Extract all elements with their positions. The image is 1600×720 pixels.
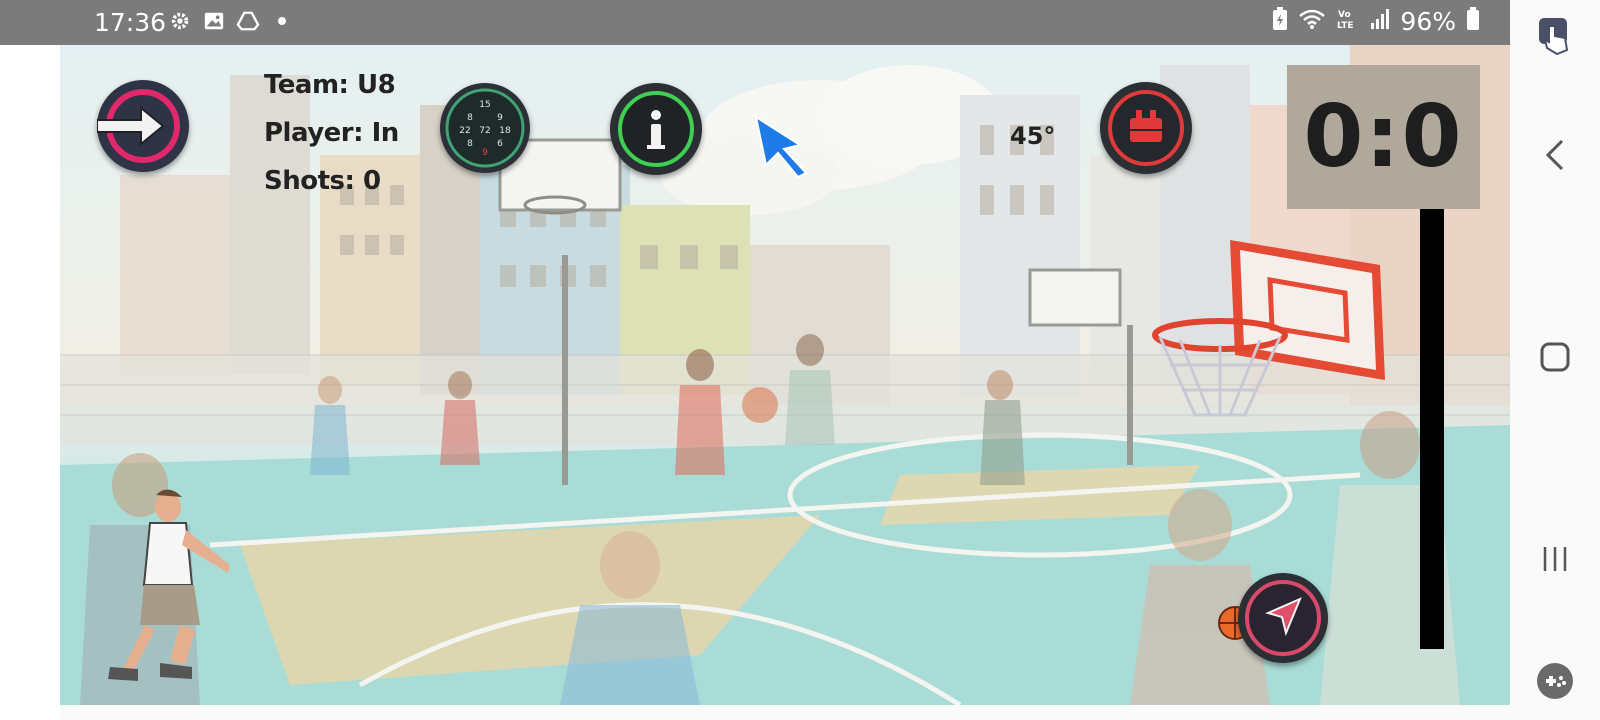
- signal-icon: [1370, 8, 1390, 35]
- status-time: 17:36: [94, 8, 167, 37]
- angle-readout: 45°: [1010, 122, 1056, 150]
- bottom-strip: [60, 705, 1510, 720]
- pause-button[interactable]: [1100, 82, 1192, 174]
- image-icon: [202, 9, 226, 33]
- navigation-bar: [1510, 0, 1600, 720]
- svg-text:72: 72: [479, 126, 490, 136]
- exit-button[interactable]: [97, 80, 189, 172]
- game-tools-button[interactable]: [1532, 658, 1578, 704]
- touch-protection-button[interactable]: [1532, 13, 1578, 59]
- info-button[interactable]: [610, 83, 702, 175]
- score-value: 0:0: [1303, 87, 1464, 187]
- aim-button[interactable]: [1238, 573, 1328, 663]
- power-bar: [1420, 209, 1444, 649]
- pause-icon: [1108, 90, 1184, 166]
- svg-text:15: 15: [479, 100, 490, 110]
- svg-text:22: 22: [459, 126, 470, 136]
- exit-arrow-icon: [97, 89, 180, 163]
- target-grid-icon: 15 8 9 22 72 18 8 9 6: [445, 88, 525, 168]
- volte-icon: Vo LTE: [1336, 7, 1360, 36]
- svg-text:Vo: Vo: [1338, 10, 1351, 20]
- team-label: Team: U8: [264, 70, 396, 100]
- target-grid-button[interactable]: 15 8 9 22 72 18 8 9 6: [440, 83, 530, 173]
- aim-arrow-icon: [1245, 580, 1321, 656]
- status-right: Vo LTE 96%: [1272, 7, 1480, 36]
- drive-icon: [236, 9, 260, 33]
- back-button[interactable]: [1532, 132, 1578, 178]
- wifi-icon: [1298, 8, 1326, 35]
- cursor-icon: [754, 115, 808, 179]
- scoreboard: 0:0: [1287, 65, 1480, 209]
- svg-text:8: 8: [467, 139, 473, 149]
- game-canvas[interactable]: Team: U8 Player: In Shots: 0 15 8 9 22 7…: [60, 45, 1510, 705]
- battery-icon: [1466, 7, 1480, 36]
- recents-button[interactable]: [1532, 536, 1578, 582]
- svg-text:6: 6: [497, 139, 503, 149]
- gamepad-icon: [1537, 663, 1573, 699]
- player-label: Player: In: [264, 118, 399, 148]
- gear-icon: [168, 9, 192, 33]
- hand-touch-icon: [1539, 18, 1569, 56]
- svg-text:LTE: LTE: [1337, 21, 1354, 31]
- svg-text:18: 18: [499, 126, 511, 136]
- home-square-icon: [1540, 342, 1570, 372]
- home-button[interactable]: [1532, 334, 1578, 380]
- info-icon: [618, 91, 694, 167]
- battery-saver-icon: [1272, 7, 1288, 36]
- chevron-left-icon: [1545, 139, 1564, 171]
- dot-icon: [270, 9, 294, 33]
- recents-icon: [1543, 547, 1567, 571]
- status-bar: 17:36 Vo LTE 96%: [0, 0, 1510, 45]
- status-left-icons: [168, 9, 294, 33]
- battery-level: 96%: [1400, 7, 1456, 36]
- shots-label: Shots: 0: [264, 166, 381, 196]
- svg-text:9: 9: [497, 113, 503, 123]
- svg-text:8: 8: [467, 113, 473, 123]
- svg-text:9: 9: [482, 148, 488, 158]
